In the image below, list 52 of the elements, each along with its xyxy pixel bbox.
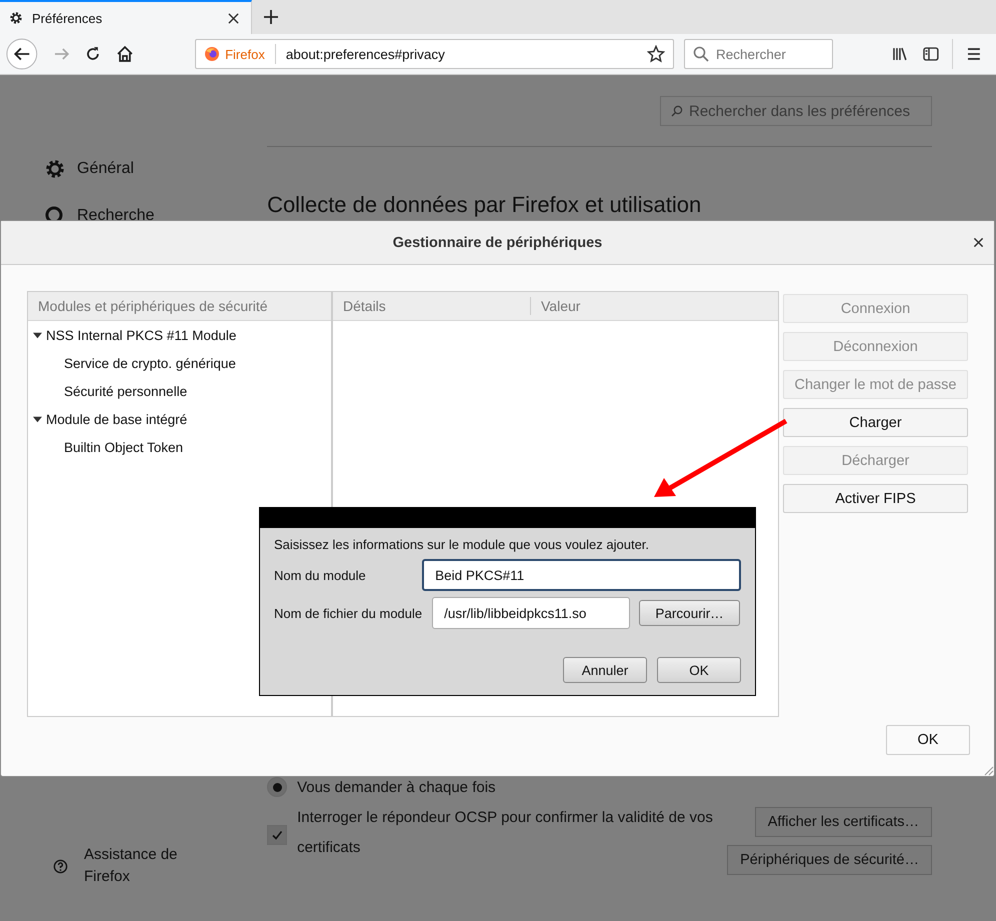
star-icon[interactable] (647, 45, 666, 63)
back-icon[interactable] (6, 38, 38, 70)
section-heading: Collecte de données par Firefox et utilisation (267, 191, 702, 219)
url-text: about:preferences#privacy (286, 46, 446, 62)
sidebar-item[interactable]: Général (44, 157, 268, 181)
checkbox[interactable] (267, 825, 288, 845)
action-button[interactable]: Charger (783, 408, 968, 437)
expand-triangle-icon[interactable] (33, 414, 42, 424)
resize-grip-icon[interactable] (984, 766, 994, 776)
field-label: Nom du module (274, 568, 367, 582)
preferences-button[interactable]: Afficher les certificats… (754, 807, 932, 837)
gear-icon (44, 158, 66, 180)
preferences-button[interactable]: Périphériques de sécurité… (727, 845, 932, 875)
radio-button[interactable] (267, 777, 288, 797)
tree-item[interactable]: Service de crypto. générique (28, 349, 331, 377)
close-icon[interactable] (973, 237, 984, 248)
tab-title: Préférences (32, 10, 104, 26)
checkmark-icon (271, 829, 284, 841)
input-field[interactable]: /usr/lib/libbeidpkcs11.so (432, 597, 630, 629)
dialog-button[interactable]: Annuler (563, 657, 647, 683)
search-field[interactable]: Rechercher (684, 39, 833, 69)
new-tab-icon[interactable] (264, 10, 278, 24)
firefox-logo-icon (204, 46, 220, 62)
expand-triangle-icon[interactable] (33, 330, 42, 340)
identity-label: Firefox (225, 46, 265, 62)
tree-item[interactable]: Builtin Object Token (28, 433, 331, 461)
help-icon (53, 858, 68, 874)
radio-label: Vous demander à chaque fois (297, 778, 496, 796)
action-button[interactable]: Activer FIPS (783, 484, 968, 513)
dialog-prompt: Saisissez les informations sur le module que vous voulez ajouter. (274, 537, 650, 552)
column-header[interactable]: Détails (333, 297, 531, 315)
browser-tab[interactable]: Préférences (0, 0, 252, 34)
library-icon[interactable] (890, 45, 908, 63)
gear-icon (8, 10, 24, 26)
tree-item[interactable]: NSS Internal PKCS #11 Module (28, 321, 331, 349)
field-label: Nom de fichier du module (274, 606, 424, 620)
sidebar-icon[interactable] (922, 45, 940, 63)
column-header[interactable]: Valeur (531, 297, 728, 315)
close-icon[interactable] (228, 12, 239, 24)
tree-item[interactable]: Module de base intégré (28, 405, 331, 433)
input-field[interactable]: Beid PKCS#11 (422, 559, 741, 591)
url-field[interactable]: Firefox about:preferences#privacy (195, 39, 674, 69)
search-placeholder: Rechercher (716, 46, 786, 62)
ok-button[interactable]: OK (886, 725, 970, 755)
dialog-button[interactable]: OK (657, 657, 741, 683)
tree-item[interactable]: Sécurité personnelle (28, 377, 331, 405)
help-link[interactable]: Assistance de Firefox (53, 844, 268, 888)
dialog-title: Gestionnaire de périphériques (392, 234, 602, 250)
browse-button[interactable]: Parcourir… (639, 600, 740, 626)
checkbox-label: Interroger le répondeur OCSP pour confirmer la validité de vos certificats (297, 808, 714, 858)
home-icon[interactable] (116, 45, 134, 63)
column-header[interactable]: Modules et périphériques de sécurité (28, 292, 331, 321)
